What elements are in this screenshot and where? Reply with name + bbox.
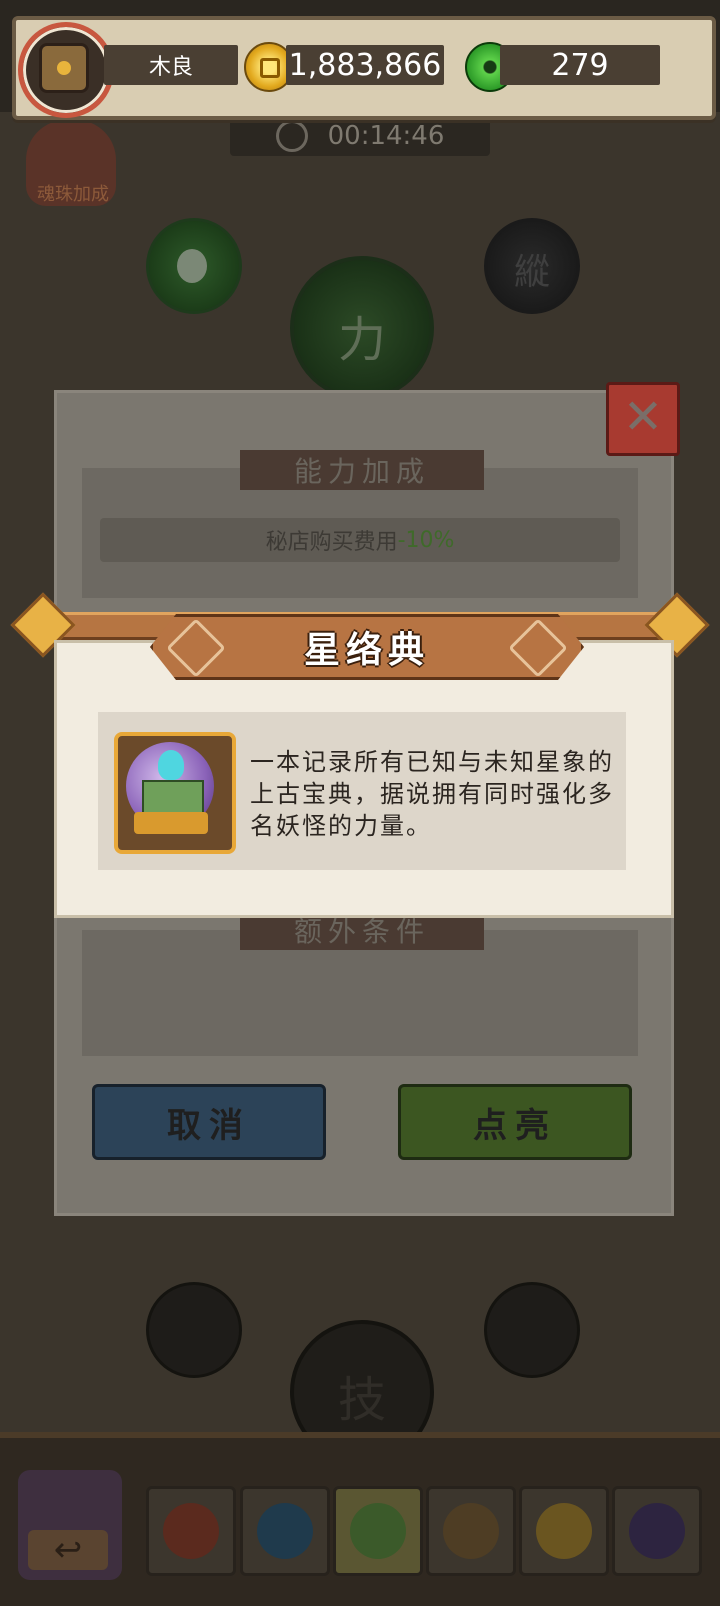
close-button[interactable]: ✕	[606, 382, 680, 456]
lantern-icon	[39, 43, 89, 93]
close-icon: ✕	[622, 389, 664, 445]
leaf-icon	[177, 249, 207, 283]
element-tab-fire[interactable]	[146, 1486, 236, 1576]
skill-orb-bottom-left	[146, 1282, 242, 1378]
flame-icon	[158, 750, 184, 780]
dark-icon	[629, 1503, 685, 1559]
bag-label: 魂珠加成	[37, 184, 109, 205]
cancel-button[interactable]: 取消	[92, 1084, 326, 1160]
light-up-button[interactable]: 点亮	[398, 1084, 632, 1160]
element-tab-wood[interactable]	[333, 1486, 423, 1576]
timer: 00:14:46	[230, 116, 490, 156]
back-arrow-icon: ↩	[28, 1530, 108, 1570]
element-tab-light[interactable]	[519, 1486, 609, 1576]
skill-orb-right: 縱	[484, 218, 580, 314]
earth-icon	[443, 1503, 499, 1559]
fire-icon	[163, 1503, 219, 1559]
gold-amount: 1,883,866	[286, 45, 444, 85]
swirl-ornament-right	[508, 618, 568, 678]
back-button[interactable]: ↩	[18, 1470, 122, 1580]
skill-orb-bottom-right	[484, 1282, 580, 1378]
jade-amount: 279	[500, 45, 660, 85]
orb-bottom-label: 技	[337, 1372, 386, 1428]
skill-orb-center: 力	[290, 256, 434, 400]
orb-right-label: 縱	[513, 252, 550, 293]
swirl-ornament-left	[166, 618, 226, 678]
bonus-text: 秘店购买费用	[265, 530, 398, 555]
avatar[interactable]	[18, 22, 114, 118]
popup-title-ribbon: 星络典	[150, 614, 584, 680]
water-icon	[257, 1503, 313, 1559]
light-icon	[536, 1503, 592, 1559]
element-tab-earth[interactable]	[426, 1486, 516, 1576]
timer-text: 00:14:46	[327, 121, 445, 151]
clock-icon	[275, 120, 308, 152]
item-description: 一本记录所有已知与未知星象的上古宝典，据说拥有同时强化多名妖怪的力量。	[250, 748, 614, 840]
element-tab-dark[interactable]	[612, 1486, 702, 1576]
wood-icon	[350, 1503, 406, 1559]
bonus-row: 秘店购买费用 -10%	[100, 518, 620, 562]
element-tab-water[interactable]	[240, 1486, 330, 1576]
orb-center-label: 力	[337, 312, 386, 368]
book-icon	[142, 780, 204, 814]
skill-orb-left	[146, 218, 242, 314]
popup-title: 星络典	[303, 630, 430, 671]
item-pedestal	[134, 812, 208, 834]
bonus-header: 能力加成	[240, 450, 484, 490]
bonus-value: -10%	[397, 527, 455, 553]
player-name: 木良	[104, 45, 238, 85]
